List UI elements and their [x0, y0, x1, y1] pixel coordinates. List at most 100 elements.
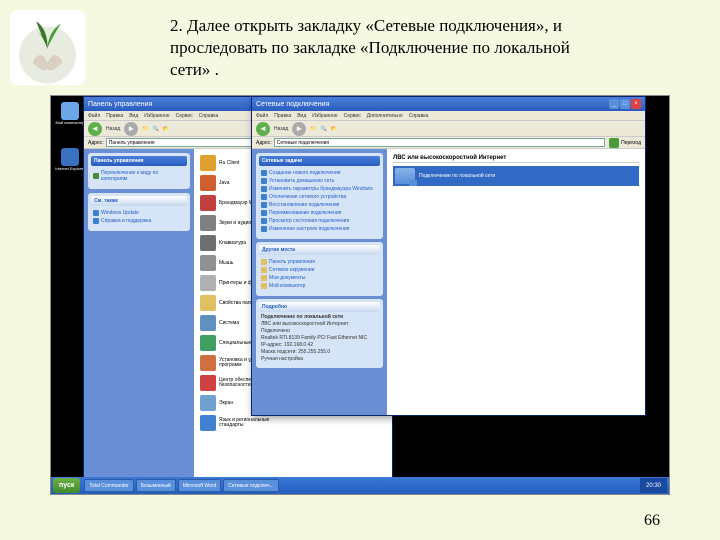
clock: 20:30: [646, 483, 661, 489]
address-label: Адрес:: [88, 140, 104, 146]
nc-titlebar[interactable]: Сетевые подключения _ □ ×: [252, 97, 645, 111]
cp-item-icon: [200, 395, 216, 411]
network-icon: [395, 168, 415, 184]
desktop-icon[interactable]: Internet Explorer: [55, 148, 85, 178]
menu-item[interactable]: Сервис: [344, 113, 361, 119]
see-also-link[interactable]: Windows Update: [93, 209, 185, 217]
network-task-link[interactable]: Изменить параметры брандмауэра Windows: [261, 185, 378, 193]
details-header[interactable]: Подробно: [259, 302, 380, 312]
nc-content[interactable]: ЛВС или высокоскоростной Интернет Подклю…: [387, 149, 645, 415]
cp-item-icon: [200, 215, 216, 231]
lan-connection-item[interactable]: Подключение по локальной сети: [393, 166, 639, 186]
forward-button[interactable]: ►: [124, 122, 138, 136]
details-body: Подключение по локальной сети ЛВС или вы…: [259, 312, 380, 365]
cp-title: Панель управления: [88, 101, 152, 108]
back-label: Назад: [274, 126, 288, 132]
see-also-link[interactable]: Справка и поддержка: [93, 217, 185, 225]
cp-item-icon: [200, 175, 216, 191]
nc-toolbar: ◄ Назад ► 📁 🔍 📂: [252, 121, 645, 137]
taskbar-button[interactable]: Total Commander: [84, 479, 133, 492]
menu-item[interactable]: Справка: [199, 113, 219, 119]
icon: [61, 102, 79, 120]
back-button[interactable]: ◄: [256, 122, 270, 136]
go-button[interactable]: [609, 138, 619, 148]
desktop[interactable]: Мой компьютерСетевое окружениеКорзинаOut…: [51, 96, 669, 494]
go-label: Переход: [621, 140, 641, 146]
network-task-link[interactable]: Отключение сетевого устройства: [261, 193, 378, 201]
menu-item[interactable]: Вид: [129, 113, 138, 119]
maximize-button[interactable]: □: [620, 99, 630, 109]
nc-sidebar: Сетевые задачи Создание нового подключен…: [252, 149, 387, 415]
network-task-link[interactable]: Восстановление подключения: [261, 201, 378, 209]
see-also-header[interactable]: См. также: [91, 196, 187, 206]
desktop-icon[interactable]: Мой компьютер: [55, 102, 85, 132]
back-button[interactable]: ◄: [88, 122, 102, 136]
cp-item-icon: [200, 375, 216, 391]
menu-item[interactable]: Правка: [106, 113, 123, 119]
system-tray[interactable]: 20:30: [640, 478, 667, 493]
other-place-link[interactable]: Мои документы: [261, 274, 378, 282]
network-task-link[interactable]: Установить домашнюю сеть: [261, 177, 378, 185]
cp-sidebar: Панель управления Переключение к виду по…: [84, 149, 194, 477]
taskbar-button[interactable]: Безымянный: [136, 479, 176, 492]
up-icon[interactable]: 📁: [142, 126, 148, 132]
connection-category: ЛВС или высокоскоростной Интернет: [393, 155, 639, 163]
menu-item[interactable]: Избранное: [312, 113, 337, 119]
nc-title: Сетевые подключения: [256, 101, 329, 108]
cp-item-icon: [200, 335, 216, 351]
menu-item[interactable]: Вид: [297, 113, 306, 119]
screenshot-container: Мой компьютерСетевое окружениеКорзинаOut…: [50, 95, 670, 495]
menu-item[interactable]: Дополнительно: [367, 113, 403, 119]
address-input[interactable]: [274, 138, 605, 147]
menu-item[interactable]: Сервис: [176, 113, 193, 119]
menu-item[interactable]: Избранное: [144, 113, 169, 119]
instruction-text: 2. Далее открыть закладку «Сетевые подкл…: [170, 15, 600, 81]
search-icon[interactable]: 🔍: [321, 126, 327, 132]
other-place-link[interactable]: Панель управления: [261, 258, 378, 266]
cp-item-icon: [200, 195, 216, 211]
up-icon[interactable]: 📁: [310, 126, 316, 132]
cp-item-icon: [200, 255, 216, 271]
menu-item[interactable]: Справка: [409, 113, 429, 119]
search-icon[interactable]: 🔍: [153, 126, 159, 132]
minimize-button[interactable]: _: [609, 99, 619, 109]
network-task-link[interactable]: Просмотр состояния подключения: [261, 217, 378, 225]
page-number: 66: [644, 512, 660, 530]
menu-item[interactable]: Файл: [88, 113, 100, 119]
close-button[interactable]: ×: [631, 99, 641, 109]
control-panel-item[interactable]: Язык и региональные стандарты: [200, 415, 291, 431]
cp-item-icon: [200, 275, 216, 291]
other-place-link[interactable]: Сетевое окружение: [261, 266, 378, 274]
switch-icon: [93, 173, 99, 179]
taskbar[interactable]: пуск Total CommanderБезымянныйMicrosoft …: [51, 477, 669, 494]
nc-addressbar: Адрес: Переход: [252, 137, 645, 149]
network-connections-window[interactable]: Сетевые подключения _ □ × Файл Правка Вид И…: [251, 96, 646, 416]
cp-item-icon: [200, 235, 216, 251]
connection-label: Подключение по локальной сети: [419, 173, 495, 179]
icon: [61, 148, 79, 166]
tasks-header[interactable]: Сетевые задачи: [259, 156, 380, 166]
cp-item-icon: [200, 155, 216, 171]
folders-icon[interactable]: 📂: [331, 126, 337, 132]
cp-item-icon: [200, 355, 216, 371]
folders-icon[interactable]: 📂: [163, 126, 169, 132]
other-place-link[interactable]: Мой компьютер: [261, 282, 378, 290]
forward-button[interactable]: ►: [292, 122, 306, 136]
taskbar-button[interactable]: Microsoft Word: [178, 479, 222, 492]
network-task-link[interactable]: Создание нового подключения: [261, 169, 378, 177]
cp-item-icon: [200, 295, 216, 311]
nc-menubar[interactable]: Файл Правка Вид Избранное Сервис Дополнительн…: [252, 111, 645, 121]
other-places-header[interactable]: Другие места: [259, 245, 380, 255]
switch-view-link[interactable]: Переключение к виду по категориям: [93, 169, 185, 183]
start-button[interactable]: пуск: [53, 478, 80, 493]
taskbar-button[interactable]: Сетевые подключ...: [223, 479, 279, 492]
network-task-link[interactable]: Переименование подключения: [261, 209, 378, 217]
menu-item[interactable]: Файл: [256, 113, 268, 119]
cp-side-header[interactable]: Панель управления: [91, 156, 187, 166]
decorative-logo: [10, 10, 85, 85]
cp-item-icon: [200, 415, 216, 431]
network-task-link[interactable]: Изменение настроек подключения: [261, 225, 378, 233]
menu-item[interactable]: Правка: [274, 113, 291, 119]
cp-item-icon: [200, 315, 216, 331]
address-label: Адрес:: [256, 140, 272, 146]
